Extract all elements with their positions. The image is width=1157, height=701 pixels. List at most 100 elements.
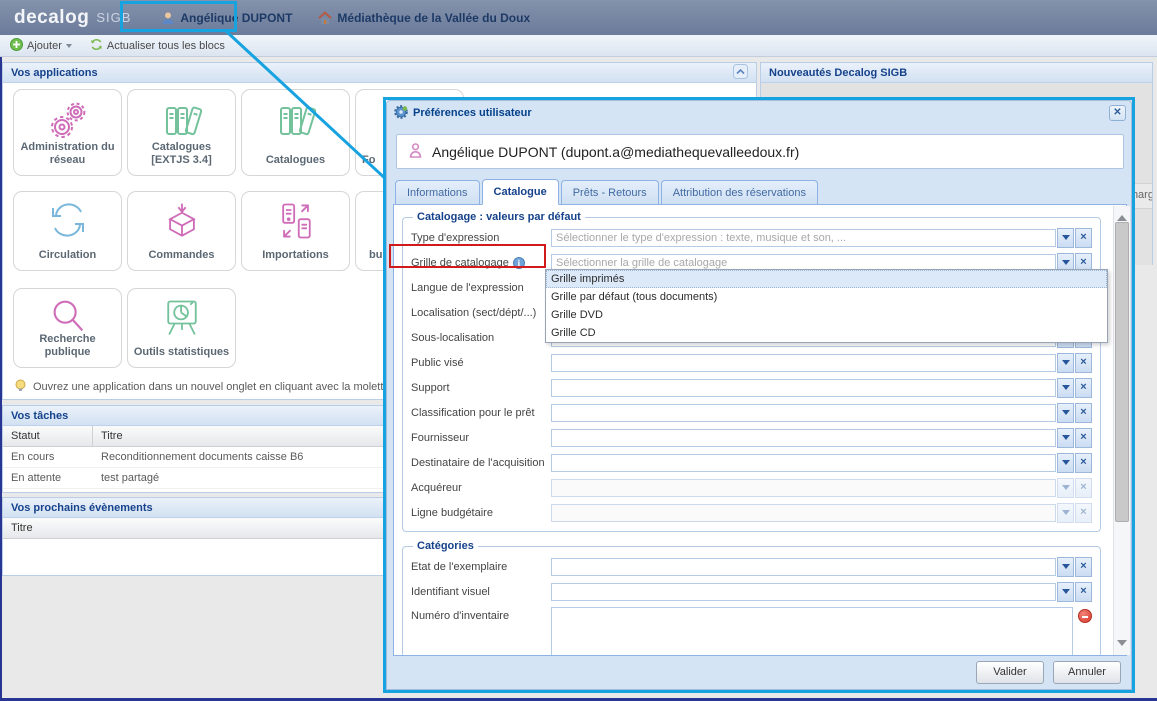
books-icon xyxy=(242,97,349,145)
apps-tip-text: Ouvrez une application dans un nouvel on… xyxy=(33,381,393,393)
preferences-gear-icon xyxy=(394,105,408,122)
app-tile-circulation[interactable]: Circulation xyxy=(13,191,122,271)
classification-pret-input[interactable] xyxy=(551,404,1056,422)
combo-trigger-icon[interactable] xyxy=(1057,353,1074,373)
dropdown-item[interactable]: Grille par défaut (tous documents) xyxy=(546,288,1107,306)
field-fournisseur: Fournisseur × xyxy=(411,426,1092,449)
books-icon xyxy=(128,97,235,145)
combo-trigger-icon xyxy=(1057,478,1074,498)
preferences-dialog: Préférences utilisateur ✕ Angélique DUPO… xyxy=(383,97,1135,693)
clear-field-icon[interactable]: × xyxy=(1075,557,1092,577)
add-dropdown-caret-icon xyxy=(66,44,72,51)
app-tile-outils-statistiques[interactable]: Outils statistiques xyxy=(127,288,236,368)
tab-prets-retours[interactable]: Prêts - Retours xyxy=(561,180,659,204)
clear-field-icon[interactable]: × xyxy=(1075,228,1092,248)
tasks-panel-title: Vos tâches xyxy=(11,410,68,422)
combo-trigger-icon[interactable] xyxy=(1057,582,1074,602)
app-tile-recherche-publique[interactable]: Recherche publique xyxy=(13,288,122,368)
clear-field-icon[interactable]: × xyxy=(1075,353,1092,373)
collapse-panel-icon[interactable] xyxy=(733,64,748,82)
dialog-tab-strip: Informations Catalogue Prêts - Retours A… xyxy=(393,178,1127,205)
fournisseur-input[interactable] xyxy=(551,429,1056,447)
field-etat-exemplaire: Etat de l'exemplaire × xyxy=(411,555,1092,578)
scroll-down-icon[interactable] xyxy=(1117,640,1127,651)
ligne-budgetaire-input xyxy=(551,504,1056,522)
add-button[interactable]: Ajouter xyxy=(10,38,72,54)
refresh-button-label: Actualiser tous les blocs xyxy=(107,40,225,52)
page-toolbar: Ajouter Actualiser tous les blocs xyxy=(0,35,1157,57)
clear-field-icon: × xyxy=(1075,478,1092,498)
app-tile-importations[interactable]: Importations xyxy=(241,191,350,271)
clear-field-icon: × xyxy=(1075,503,1092,523)
tab-catalogue[interactable]: Catalogue xyxy=(482,179,559,205)
combo-trigger-icon xyxy=(1057,503,1074,523)
combo-trigger-icon[interactable] xyxy=(1057,403,1074,423)
field-numero-inventaire: Numéro d'inventaire xyxy=(411,607,1092,656)
scroll-up-icon[interactable] xyxy=(1117,210,1127,221)
acquereur-input xyxy=(551,479,1056,497)
person-icon xyxy=(409,143,422,161)
dialog-title: Préférences utilisateur xyxy=(413,107,532,119)
lightbulb-icon xyxy=(14,379,27,395)
add-plus-icon xyxy=(10,38,23,54)
events-panel-title: Vos prochains évènements xyxy=(11,502,153,514)
clear-field-icon[interactable]: × xyxy=(1075,428,1092,448)
app-tile-administration-reseau[interactable]: Administration du réseau xyxy=(13,89,122,176)
clear-field-icon[interactable]: × xyxy=(1075,403,1092,423)
app-tile-commandes[interactable]: Commandes xyxy=(127,191,236,271)
library-menu-button[interactable]: Médiathèque de la Vallée du Doux xyxy=(318,11,530,25)
column-header-statut[interactable]: Statut xyxy=(3,426,93,446)
task-status: En cours xyxy=(3,447,93,467)
blue-highlight-annotation xyxy=(120,1,237,32)
grille-catalogage-dropdown: Grille imprimés Grille par défaut (tous … xyxy=(545,269,1108,343)
apps-panel-title: Vos applications xyxy=(11,67,98,79)
etat-exemplaire-input[interactable] xyxy=(551,558,1056,576)
add-button-label: Ajouter xyxy=(27,40,62,52)
dialog-title-bar[interactable]: Préférences utilisateur xyxy=(387,101,1131,125)
tab-attribution-reservations[interactable]: Attribution des réservations xyxy=(661,180,818,204)
cancel-button[interactable]: Annuler xyxy=(1053,661,1121,684)
numero-inventaire-textarea[interactable] xyxy=(551,607,1073,656)
dialog-user-line: Angélique DUPONT (dupont.a@mediathequeva… xyxy=(432,144,799,160)
combo-trigger-icon[interactable] xyxy=(1057,228,1074,248)
refresh-blocks-button[interactable]: Actualiser tous les blocs xyxy=(90,38,225,54)
dropdown-item[interactable]: Grille DVD xyxy=(546,306,1107,324)
validate-button[interactable]: Valider xyxy=(976,661,1044,684)
field-public-vise: Public visé × xyxy=(411,351,1092,374)
type-expression-input[interactable] xyxy=(551,229,1056,247)
combo-trigger-icon[interactable] xyxy=(1057,453,1074,473)
field-identifiant-visuel: Identifiant visuel × xyxy=(411,580,1092,603)
news-panel-header: Nouveautés Decalog SIGB xyxy=(761,63,1152,83)
public-vise-input[interactable] xyxy=(551,354,1056,372)
app-logo: decalog xyxy=(14,7,89,29)
combo-trigger-icon[interactable] xyxy=(1057,557,1074,577)
apps-panel-header: Vos applications xyxy=(3,63,756,83)
clear-field-icon[interactable]: × xyxy=(1075,378,1092,398)
dropdown-item[interactable]: Grille imprimés xyxy=(546,270,1107,288)
field-destinataire-acquisition: Destinataire de l'acquisition × xyxy=(411,451,1092,474)
clear-field-icon[interactable]: × xyxy=(1075,453,1092,473)
home-icon xyxy=(318,11,332,25)
identifiant-visuel-input[interactable] xyxy=(551,583,1056,601)
field-acquereur: Acquéreur × xyxy=(411,476,1092,499)
support-input[interactable] xyxy=(551,379,1056,397)
form-scrollbar[interactable] xyxy=(1113,206,1130,655)
destinataire-acquisition-input[interactable] xyxy=(551,454,1056,472)
tab-informations[interactable]: Informations xyxy=(395,180,480,204)
remove-icon[interactable] xyxy=(1078,609,1092,623)
close-icon[interactable]: ✕ xyxy=(1109,105,1126,121)
red-highlight-annotation xyxy=(389,244,546,268)
field-ligne-budgetaire: Ligne budgétaire × xyxy=(411,501,1092,524)
library-name-label: Médiathèque de la Vallée du Doux xyxy=(337,11,530,25)
app-tile-catalogues-extjs[interactable]: Catalogues [EXTJS 3.4] xyxy=(127,89,236,176)
field-support: Support × xyxy=(411,376,1092,399)
fieldset-catalogage-legend: Catalogage : valeurs par défaut xyxy=(413,211,585,223)
fieldset-categories: Catégories Etat de l'exemplaire × Identi… xyxy=(402,540,1101,656)
dialog-footer: Valider Annuler xyxy=(387,655,1131,689)
scrollbar-thumb[interactable] xyxy=(1115,222,1129,522)
dropdown-item[interactable]: Grille CD xyxy=(546,324,1107,342)
combo-trigger-icon[interactable] xyxy=(1057,378,1074,398)
clear-field-icon[interactable]: × xyxy=(1075,582,1092,602)
combo-trigger-icon[interactable] xyxy=(1057,428,1074,448)
dialog-user-identity: Angélique DUPONT (dupont.a@mediathequeva… xyxy=(396,134,1124,169)
